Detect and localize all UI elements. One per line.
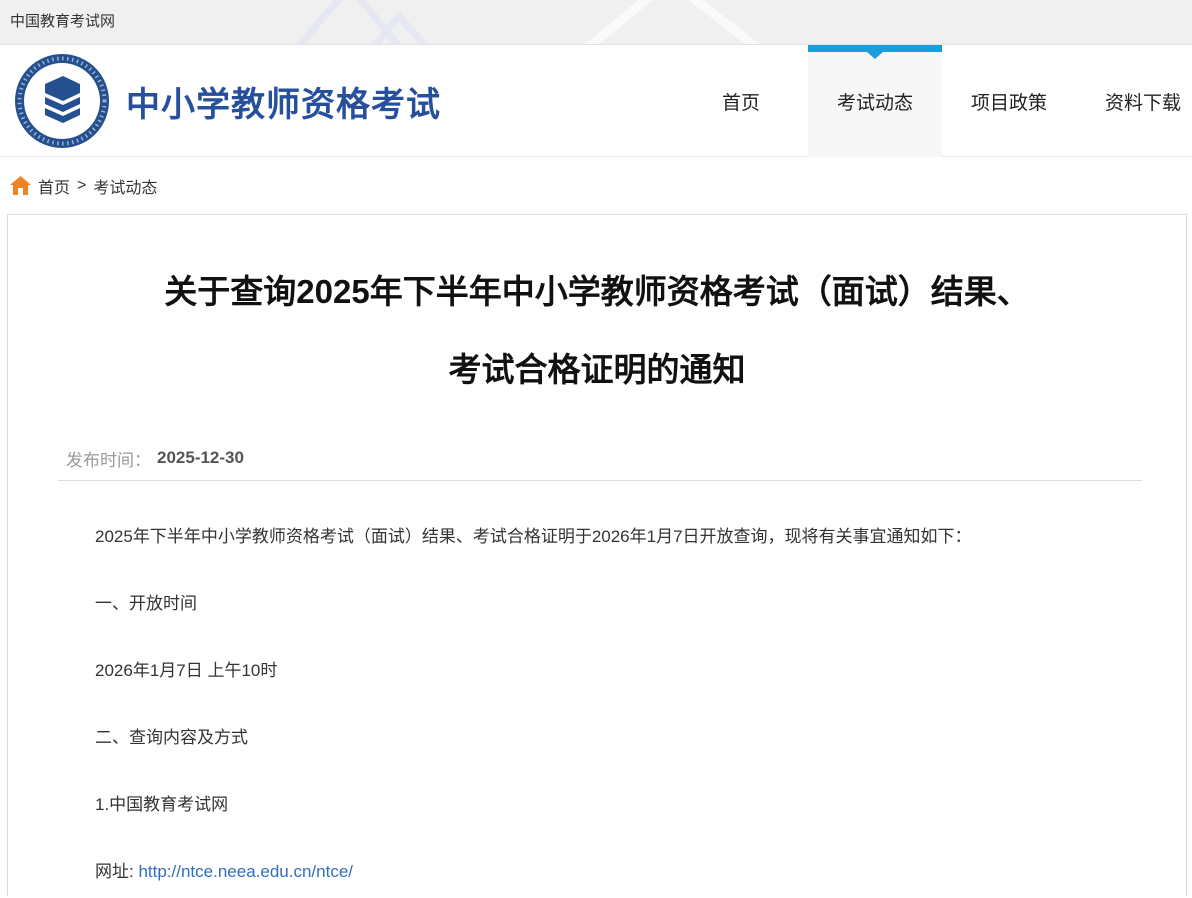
nav-item-downloads[interactable]: 资料下载 (1076, 45, 1192, 157)
active-tab-indicator (808, 45, 942, 52)
paragraph-url: 网址: http://ntce.neea.edu.cn/ntce/ (95, 860, 1136, 883)
publish-time-value: 2025-12-30 (157, 448, 244, 468)
article-body: 2025年下半年中小学教师资格考试（面试）结果、考试合格证明于2026年1月7日… (8, 525, 1186, 883)
article-title-line1: 关于查询2025年下半年中小学教师资格考试（面试）结果、 (68, 253, 1126, 331)
site-name-link[interactable]: 中国教育考试网 (10, 0, 115, 44)
paragraph-site-item: 1.中国教育考试网 (95, 793, 1136, 816)
paragraph-section1-heading: 一、开放时间 (95, 592, 1136, 615)
nav-item-label: 考试动态 (837, 88, 913, 115)
paragraph-open-time: 2026年1月7日 上午10时 (95, 659, 1136, 682)
main-nav: 首页 考试动态 项目政策 资料下载 (674, 45, 1192, 157)
url-label: 网址: (95, 862, 138, 881)
article-title-line2: 考试合格证明的通知 (68, 331, 1126, 409)
article-title: 关于查询2025年下半年中小学教师资格考试（面试）结果、 考试合格证明的通知 (8, 215, 1186, 409)
breadcrumb-home-link[interactable]: 首页 (38, 174, 70, 198)
header: 中小学教师资格考试 首页 考试动态 项目政策 资料下载 (0, 45, 1192, 157)
mountain-decoration-faint (580, 0, 780, 45)
paragraph-intro: 2025年下半年中小学教师资格考试（面试）结果、考试合格证明于2026年1月7日… (95, 525, 1136, 548)
nav-item-exam-news[interactable]: 考试动态 (808, 45, 942, 157)
breadcrumb-separator: > (77, 177, 86, 195)
breadcrumb-current: 考试动态 (93, 174, 157, 198)
topbar: 中国教育考试网 (0, 0, 1192, 45)
brand-title: 中小学教师资格考试 (126, 45, 441, 157)
active-tab-arrow (867, 52, 883, 59)
nav-item-home[interactable]: 首页 (674, 45, 808, 157)
ntce-url-link[interactable]: http://ntce.neea.edu.cn/ntce/ (138, 862, 353, 881)
divider (58, 480, 1142, 481)
home-icon (10, 176, 31, 195)
logo-book-icon (14, 53, 110, 149)
breadcrumb: 首页 > 考试动态 (0, 157, 1192, 214)
nav-item-policies[interactable]: 项目政策 (942, 45, 1076, 157)
paragraph-section2-heading: 二、查询内容及方式 (95, 726, 1136, 749)
publish-time-label: 发布时间： (66, 446, 151, 471)
mountain-decoration (295, 0, 445, 45)
publish-time-row: 发布时间： 2025-12-30 (66, 446, 1186, 470)
article-container: 关于查询2025年下半年中小学教师资格考试（面试）结果、 考试合格证明的通知 发… (7, 214, 1187, 896)
